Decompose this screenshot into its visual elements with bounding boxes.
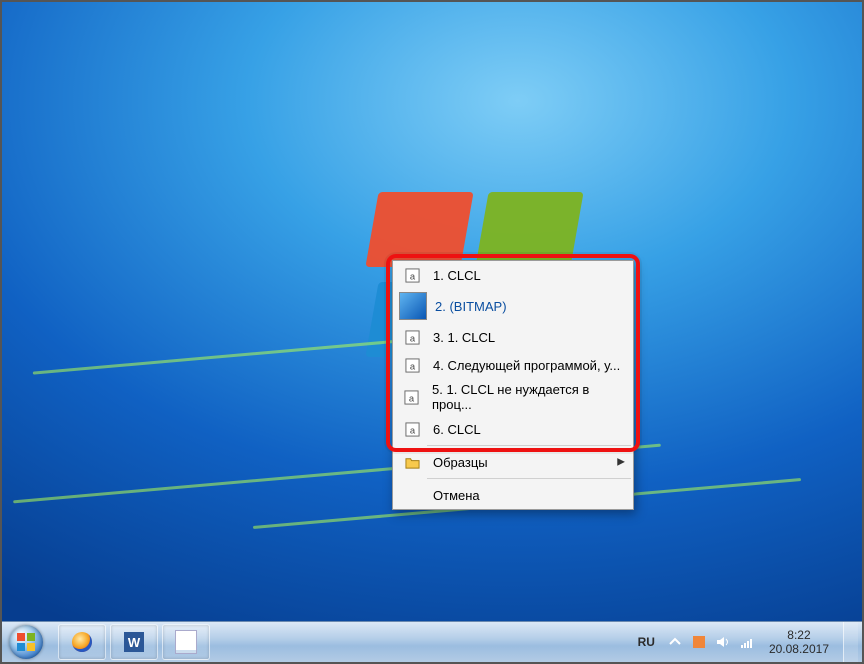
taskbar-app-notepad[interactable] (162, 624, 210, 660)
taskbar: W RU 8:22 20.08.2017 (2, 621, 862, 662)
menu-samples-label: Образцы (433, 455, 488, 470)
show-desktop-button[interactable] (843, 622, 858, 662)
clock-time: 8:22 (769, 628, 829, 642)
clipboard-item-label: 6. CLCL (433, 422, 481, 437)
taskbar-app-firefox[interactable] (58, 624, 106, 660)
clipboard-item-4[interactable]: a 4. Следующей программой, у... (393, 351, 633, 379)
desktop[interactable]: a 1. CLCL 2. (BITMAP) a 3. 1. CLCL a 4. … (2, 2, 862, 662)
clipboard-item-1[interactable]: a 1. CLCL (393, 261, 633, 289)
clipboard-item-label: 2. (BITMAP) (435, 299, 507, 314)
svg-text:a: a (409, 271, 415, 281)
tray-app-icon[interactable] (691, 634, 707, 650)
svg-text:a: a (409, 333, 415, 343)
clipboard-item-label: 5. 1. CLCL не нуждается в проц... (432, 382, 625, 412)
text-icon: a (399, 354, 425, 376)
firefox-icon (72, 632, 92, 652)
notepad-icon (175, 630, 197, 654)
svg-text:a: a (409, 425, 415, 435)
bitmap-thumbnail-icon (399, 292, 427, 320)
clipboard-item-3[interactable]: a 3. 1. CLCL (393, 323, 633, 351)
start-orb-icon (9, 625, 43, 659)
clipboard-item-5[interactable]: a 5. 1. CLCL не нуждается в проц... (393, 379, 633, 415)
menu-cancel-label: Отмена (433, 488, 480, 503)
menu-separator (427, 445, 631, 446)
submenu-arrow-icon: ▶ (617, 457, 625, 468)
clock[interactable]: 8:22 20.08.2017 (763, 626, 835, 658)
menu-samples[interactable]: Образцы ▶ (393, 448, 633, 476)
text-icon: a (399, 326, 425, 348)
folder-icon (399, 451, 425, 473)
taskbar-app-word[interactable]: W (110, 624, 158, 660)
clipboard-item-label: 3. 1. CLCL (433, 330, 495, 345)
system-tray: RU 8:22 20.08.2017 (630, 622, 862, 662)
word-icon: W (124, 632, 144, 652)
clipboard-item-6[interactable]: a 6. CLCL (393, 415, 633, 443)
tray-arrow-icon[interactable] (667, 634, 683, 650)
menu-separator (427, 478, 631, 479)
clipboard-context-menu: a 1. CLCL 2. (BITMAP) a 3. 1. CLCL a 4. … (392, 260, 634, 510)
clipboard-item-2[interactable]: 2. (BITMAP) (393, 289, 633, 323)
svg-text:a: a (409, 361, 415, 371)
clipboard-item-label: 1. CLCL (433, 268, 481, 283)
text-icon: a (399, 418, 425, 440)
volume-icon[interactable] (715, 634, 731, 650)
svg-text:a: a (409, 393, 415, 403)
blank-icon (399, 484, 425, 506)
text-icon: a (399, 264, 425, 286)
language-indicator[interactable]: RU (634, 633, 659, 651)
menu-cancel[interactable]: Отмена (393, 481, 633, 509)
clipboard-item-label: 4. Следующей программой, у... (433, 358, 620, 373)
start-button[interactable] (2, 622, 50, 662)
network-icon[interactable] (739, 634, 755, 650)
clock-date: 20.08.2017 (769, 642, 829, 656)
text-icon: a (399, 386, 424, 408)
